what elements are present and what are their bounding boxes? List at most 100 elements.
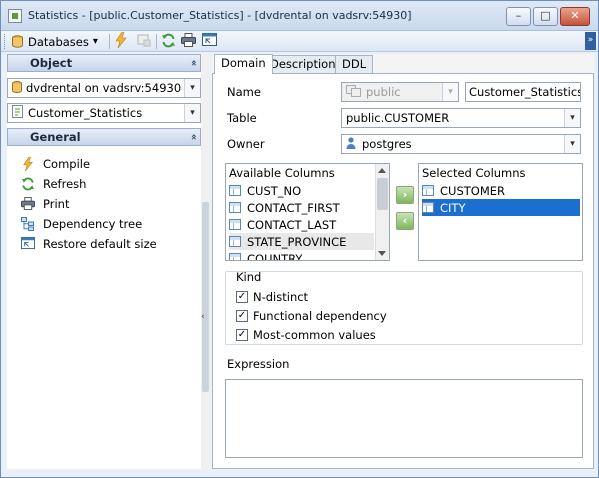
- task-refresh[interactable]: Refresh: [21, 175, 86, 193]
- splitter-thumb[interactable]: [202, 202, 209, 392]
- schema-value: public: [366, 85, 401, 99]
- toolbar-refresh-button[interactable]: [161, 33, 176, 50]
- object-panel-header[interactable]: Object «: [7, 54, 201, 72]
- collapse-sidebar-icon[interactable]: ‹: [201, 312, 205, 322]
- column-label: CONTACT_FIRST: [247, 200, 340, 215]
- tree-icon: [21, 217, 35, 231]
- task-restore-default-size[interactable]: Restore default size: [21, 235, 157, 253]
- tab-description[interactable]: Description: [263, 55, 343, 73]
- move-left-button[interactable]: ‹: [396, 212, 414, 230]
- databases-label: Databases: [28, 34, 89, 49]
- tab-ddl[interactable]: DDL: [335, 55, 374, 73]
- toolbar-disabled-button[interactable]: [137, 33, 151, 50]
- schema-combo[interactable]: public ▾: [341, 82, 459, 102]
- statistics-combo[interactable]: Customer_Statistics ▾: [7, 103, 201, 123]
- task-compile[interactable]: Compile: [21, 155, 90, 173]
- toolbar-compile-button[interactable]: [114, 31, 128, 50]
- chevron-left-icon: ‹: [402, 214, 408, 227]
- column-label: CONTACT_LAST: [247, 217, 337, 232]
- functional-dependency-checkbox[interactable]: ✓ Functional dependency: [236, 308, 387, 324]
- task-label: Refresh: [43, 177, 87, 191]
- available-columns-list[interactable]: Available Columns CUST_NO CONTACT_FIRST …: [225, 163, 390, 261]
- n-distinct-checkbox[interactable]: ✓ N-distinct: [236, 289, 308, 305]
- list-item[interactable]: CUST_NO: [229, 182, 374, 199]
- scroll-thumb[interactable]: [377, 178, 388, 210]
- toolbar-print-button[interactable]: [181, 33, 196, 50]
- chevron-down-icon[interactable]: ▾: [184, 79, 200, 97]
- column-icon: [229, 185, 241, 196]
- task-print[interactable]: Print: [21, 195, 69, 213]
- table-combo[interactable]: public.CUSTOMER ▾: [341, 108, 581, 128]
- printer-icon: [21, 197, 35, 211]
- databases-menu-button[interactable]: Databases ▾: [12, 33, 98, 50]
- column-icon: [229, 253, 241, 260]
- owner-combo[interactable]: postgres ▾: [341, 134, 581, 154]
- list-item[interactable]: COUNTRY: [229, 250, 374, 260]
- list-item-selected[interactable]: CITY: [422, 199, 580, 216]
- checkbox-box: ✓: [236, 329, 248, 341]
- title-bar[interactable]: Statistics - [public.Customer_Statistics…: [1, 1, 598, 31]
- scroll-down-icon[interactable]: [378, 251, 386, 256]
- scroll-up-icon[interactable]: [378, 168, 386, 173]
- checkbox-box: ✓: [236, 291, 248, 303]
- tab-domain[interactable]: Domain: [214, 54, 273, 74]
- database-combo[interactable]: dvdrental on vadsrv:54930 ▾: [7, 78, 201, 98]
- domain-tab-page: Name public ▾ Customer_Statistics Table …: [212, 73, 594, 469]
- chevron-down-icon[interactable]: ▾: [184, 104, 200, 122]
- list-item[interactable]: CONTACT_FIRST: [229, 199, 374, 216]
- table-edit-icon: [137, 33, 151, 50]
- column-icon: [229, 236, 241, 247]
- kind-group: Kind ✓ N-distinct ✓ Functional dependenc…: [225, 270, 583, 345]
- overflow-glyph: »: [587, 35, 594, 45]
- column-icon: [229, 202, 241, 213]
- selected-columns-list[interactable]: Selected Columns CUSTOMER CITY: [418, 163, 583, 261]
- list-item[interactable]: STATE_PROVINCE: [229, 233, 374, 250]
- column-icon: [229, 219, 241, 230]
- checkbox-label: N-distinct: [253, 290, 309, 304]
- most-common-values-checkbox[interactable]: ✓ Most-common values: [236, 327, 376, 343]
- collapse-icon[interactable]: «: [185, 60, 201, 66]
- tab-label: DDL: [342, 57, 367, 71]
- task-label: Restore default size: [43, 237, 157, 251]
- refresh-icon: [21, 177, 35, 191]
- list-scrollbar[interactable]: [375, 164, 389, 260]
- databases-icon: [12, 35, 23, 48]
- move-right-button[interactable]: ›: [396, 186, 414, 204]
- toolbar-separator: [156, 34, 157, 49]
- column-label: CUSTOMER: [440, 183, 506, 198]
- toolbar-restore-size-button[interactable]: [202, 33, 217, 50]
- restore-size-icon: [21, 237, 35, 251]
- chevron-down-icon[interactable]: ▾: [442, 83, 458, 101]
- tab-bar: Domain Description DDL: [212, 54, 594, 74]
- name-input[interactable]: Customer_Statistics: [465, 82, 581, 102]
- print-icon: [181, 33, 196, 50]
- checkbox-label: Most-common values: [253, 328, 376, 342]
- user-icon: [346, 136, 356, 152]
- chevron-down-icon[interactable]: ▾: [564, 135, 580, 153]
- list-item[interactable]: CONTACT_LAST: [229, 216, 374, 233]
- close-button[interactable]: ✕: [560, 7, 590, 26]
- sidebar-splitter[interactable]: ‹: [201, 54, 210, 469]
- name-label: Name: [227, 85, 261, 99]
- column-icon: [422, 185, 434, 196]
- owner-label: Owner: [227, 137, 265, 151]
- task-label: Compile: [43, 157, 91, 171]
- expression-input[interactable]: [225, 379, 583, 458]
- tab-label: Description: [270, 57, 336, 71]
- column-label: CUST_NO: [247, 183, 302, 198]
- owner-value: postgres: [362, 137, 412, 151]
- checkbox-box: ✓: [236, 310, 248, 322]
- task-dependency-tree[interactable]: Dependency tree: [21, 215, 142, 233]
- app-icon: [8, 9, 22, 23]
- table-label: Table: [227, 111, 257, 125]
- collapse-icon[interactable]: «: [185, 134, 201, 140]
- maximize-button[interactable]: □: [533, 7, 558, 26]
- chevron-down-icon[interactable]: ▾: [564, 109, 580, 127]
- general-panel-header[interactable]: General «: [7, 128, 201, 146]
- column-label: CITY: [440, 200, 466, 215]
- column-label: STATE_PROVINCE: [247, 234, 347, 249]
- minimize-button[interactable]: –: [506, 7, 531, 26]
- toolbar-grip[interactable]: [4, 34, 7, 49]
- toolbar-overflow-button[interactable]: »: [585, 32, 596, 50]
- list-item[interactable]: CUSTOMER: [422, 182, 580, 199]
